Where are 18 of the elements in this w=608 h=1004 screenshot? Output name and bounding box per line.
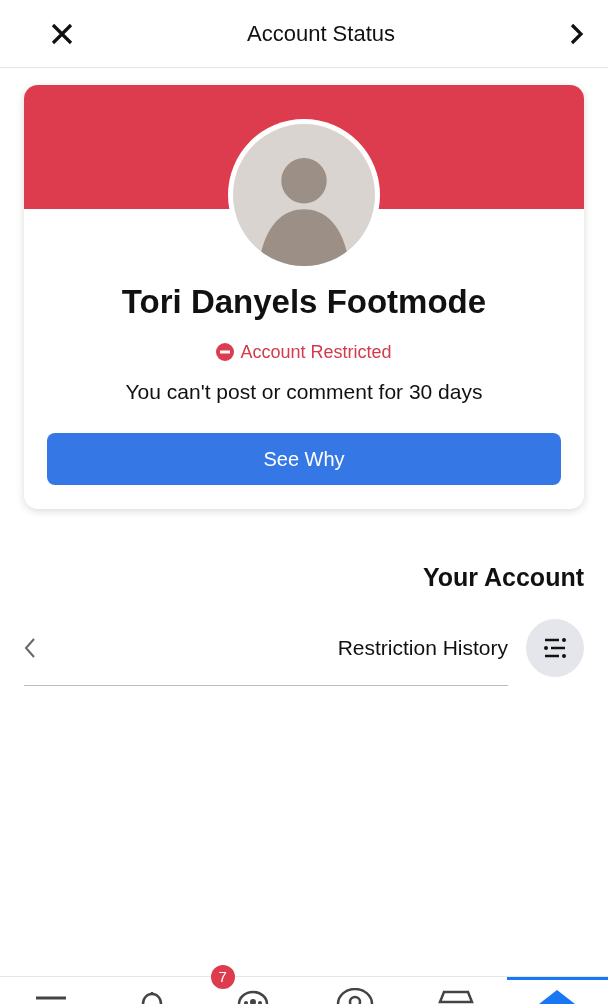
see-why-button[interactable]: See Why (47, 433, 561, 485)
restriction-message: You can't post or comment for 30 days (125, 378, 483, 405)
notification-badge: 7 (210, 965, 235, 989)
nav-tab[interactable] (506, 977, 608, 1004)
close-icon[interactable] (50, 21, 74, 46)
chevron-left-icon (24, 636, 36, 659)
store-icon (437, 990, 474, 1004)
chevron-right-icon[interactable] (568, 21, 584, 46)
restricted-icon (216, 343, 235, 361)
profile-icon (335, 988, 374, 1004)
home-icon (539, 990, 576, 1004)
profile-name: Tori Danyels Footmode (121, 282, 487, 322)
restriction-history-item[interactable]: Restriction History (0, 618, 608, 677)
section-heading: Your Account (422, 562, 584, 593)
window-title: Account Status (247, 20, 395, 48)
item-label: Restriction History (337, 634, 508, 661)
account-status: Account Restricted (240, 340, 392, 364)
groups-icon (236, 990, 271, 1004)
